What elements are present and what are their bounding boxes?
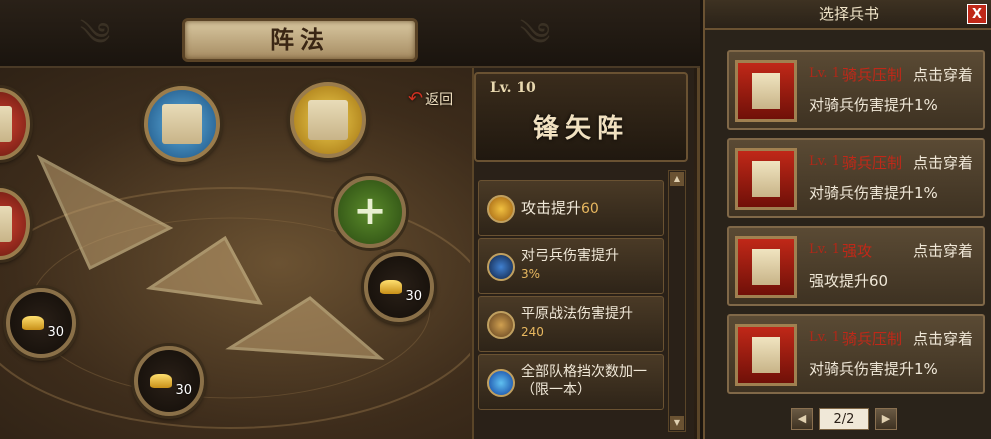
gold-slot[interactable]: 30: [364, 252, 434, 322]
formation-name: 锋矢阵: [532, 114, 629, 144]
return-arrow-icon: ↶: [408, 88, 424, 109]
book-icon: [735, 148, 797, 210]
equip-button[interactable]: 点击穿着: [913, 240, 973, 261]
attribute-row: 对弓兵伤害提升 3%: [478, 238, 664, 294]
attribute-list: 攻击提升60 对弓兵伤害提升 3% 平原战法伤害提升 240 全部队格挡次数加一（限…: [478, 170, 666, 432]
book-panel-title: 选择兵书: [705, 0, 991, 30]
book-card[interactable]: Lv. 1 强攻 点击穿着 强攻提升60: [727, 226, 985, 306]
book-icon: [735, 236, 797, 298]
dragon-ornament-right: ༄: [519, 15, 551, 53]
formation-triangle: [36, 154, 174, 271]
book-card[interactable]: Lv. 1 骑兵压制 点击穿着 对骑兵伤害提升1%: [727, 138, 985, 218]
formation-level: Lv. 10: [490, 80, 536, 96]
formation-title: 阵法: [182, 18, 418, 62]
gold-slot[interactable]: 30: [134, 346, 204, 416]
formation-triangle: [145, 235, 263, 305]
block-icon: [487, 369, 515, 397]
book-icon: [735, 324, 797, 386]
scroll-down-icon[interactable]: ▼: [670, 416, 684, 430]
attribute-scrollbar[interactable]: ▲ ▼: [668, 170, 686, 432]
bow-icon: [487, 253, 515, 281]
prev-page-button[interactable]: ◀: [791, 408, 813, 430]
page-indicator: 2/2: [819, 408, 869, 430]
attribute-row: 攻击提升60: [478, 180, 664, 236]
gold-ingot-icon: [150, 374, 172, 388]
plain-tactic-icon: [487, 311, 515, 339]
next-page-button[interactable]: ▶: [875, 408, 897, 430]
scroll-slot-blue[interactable]: [144, 86, 220, 162]
equip-button[interactable]: 点击穿着: [913, 64, 973, 85]
attack-icon: [487, 195, 515, 223]
attribute-row: 平原战法伤害提升 240: [478, 296, 664, 352]
dragon-ornament-left: ༄: [79, 15, 111, 53]
formation-triangle: [225, 296, 385, 360]
formation-header: Lv. 10 锋矢阵: [474, 72, 688, 162]
back-button[interactable]: ↶ 返回: [408, 88, 453, 109]
add-slot-button[interactable]: +: [334, 176, 406, 248]
attribute-row: 全部队格挡次数加一（限一本）: [478, 354, 664, 410]
book-icon: [735, 60, 797, 122]
book-select-panel: 选择兵书 X Lv. 1 骑兵压制 点击穿着 对骑兵伤害提升1% Lv. 1 骑…: [703, 0, 991, 439]
pagination: ◀ 2/2 ▶: [791, 408, 897, 430]
scroll-up-icon[interactable]: ▲: [670, 172, 684, 186]
close-button[interactable]: X: [967, 4, 987, 24]
gold-slot[interactable]: 30: [6, 288, 76, 358]
equip-button[interactable]: 点击穿着: [913, 328, 973, 349]
formation-titlebar: ༄ ༄ 阵法: [0, 0, 700, 68]
scroll-slot-gold[interactable]: [290, 82, 366, 158]
equip-button[interactable]: 点击穿着: [913, 152, 973, 173]
book-card[interactable]: Lv. 1 骑兵压制 点击穿着 对骑兵伤害提升1%: [727, 50, 985, 130]
book-card[interactable]: Lv. 1 骑兵压制 点击穿着 对骑兵伤害提升1%: [727, 314, 985, 394]
gold-ingot-icon: [380, 280, 402, 294]
gold-ingot-icon: [22, 316, 44, 330]
